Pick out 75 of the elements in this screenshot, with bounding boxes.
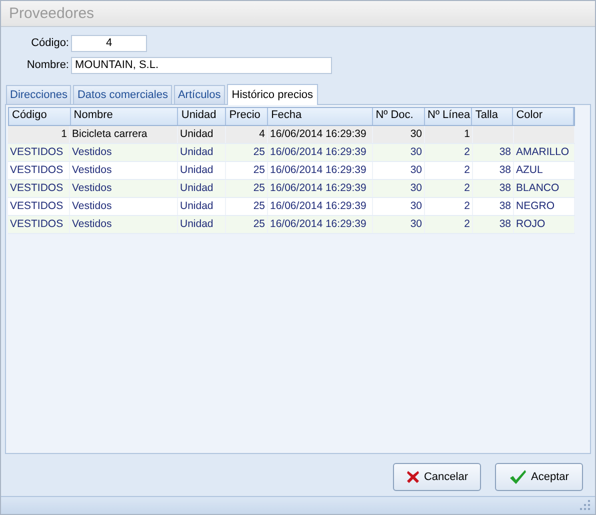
table-cell: 16/06/2014 16:29:39 xyxy=(270,128,366,140)
code-label: Código: xyxy=(30,37,69,50)
table-cell: BLANCO xyxy=(516,182,560,194)
table-cell: VESTIDOS xyxy=(10,200,64,212)
table-cell: 2 xyxy=(464,164,470,176)
table-cell: NEGRO xyxy=(516,200,555,212)
table-cell: 25 xyxy=(253,164,265,176)
table-cell: 30 xyxy=(410,200,422,212)
column-header[interactable]: Código xyxy=(9,108,71,125)
table-cell: 16/06/2014 16:29:39 xyxy=(270,218,366,230)
table-cell: 2 xyxy=(464,218,470,230)
resize-grip-icon xyxy=(579,499,591,512)
table-cell: 30 xyxy=(410,164,422,176)
table-cell: Unidad xyxy=(180,182,214,194)
column-header[interactable]: Fecha xyxy=(268,108,373,125)
table-cell: 1 xyxy=(61,128,67,140)
table-cell: 38 xyxy=(499,182,511,194)
tab[interactable]: Artículos xyxy=(174,84,225,104)
table-cell: 30 xyxy=(410,128,422,140)
name-label: Nombre: xyxy=(26,59,69,72)
table-cell: Vestidos xyxy=(72,182,112,194)
table-cell: 16/06/2014 16:29:39 xyxy=(270,200,366,212)
table-cell: AMARILLO xyxy=(516,146,570,158)
tab[interactable]: Direcciones xyxy=(6,84,72,104)
ok-button[interactable]: Aceptar xyxy=(495,462,583,491)
table-cell: VESTIDOS xyxy=(10,146,64,158)
column-header[interactable]: Talla xyxy=(472,108,514,125)
table-cell: 38 xyxy=(499,200,511,212)
table-cell: 38 xyxy=(499,218,511,230)
table-cell: Vestidos xyxy=(72,146,112,158)
table-cell: Unidad xyxy=(180,200,214,212)
table-cell: 30 xyxy=(410,218,422,230)
code-field[interactable]: 4 xyxy=(71,34,147,52)
table-cell: AZUL xyxy=(516,164,543,176)
column-header[interactable]: Nº Línea xyxy=(424,108,472,125)
table-cell: 2 xyxy=(464,182,470,194)
column-header[interactable]: Nombre xyxy=(70,108,178,125)
table-cell: 16/06/2014 16:29:39 xyxy=(270,182,366,194)
checkmark-icon xyxy=(509,468,528,485)
column-header[interactable]: Unidad xyxy=(178,108,226,125)
column-header[interactable]: Precio xyxy=(226,108,268,125)
table-cell: Unidad xyxy=(180,128,214,140)
table-cell: 30 xyxy=(410,146,422,158)
close-icon xyxy=(406,470,420,484)
table-cell: 38 xyxy=(499,164,511,176)
table-cell: Vestidos xyxy=(72,200,112,212)
tab[interactable]: Histórico precios xyxy=(226,84,318,105)
tab[interactable]: Datos comerciales xyxy=(73,84,172,104)
table-cell: 2 xyxy=(464,200,470,212)
column-header[interactable]: Nº Doc. xyxy=(372,108,425,125)
table-cell: 25 xyxy=(253,218,265,230)
table-cell: Vestidos xyxy=(72,218,112,230)
table-cell: ROJO xyxy=(516,218,546,230)
table-cell: 25 xyxy=(253,182,265,194)
table-cell: 2 xyxy=(464,146,470,158)
name-field[interactable]: MOUNTAIN, S.L. xyxy=(71,56,332,74)
table-cell: 16/06/2014 16:29:39 xyxy=(270,146,366,158)
table-cell: 25 xyxy=(253,200,265,212)
table-cell: Vestidos xyxy=(72,164,112,176)
table-cell: 25 xyxy=(253,146,265,158)
table-cell: Bicicleta carrera xyxy=(72,128,148,140)
table-cell: 38 xyxy=(499,146,511,158)
table-cell: 4 xyxy=(259,128,265,140)
table-cell: Unidad xyxy=(180,218,214,230)
column-header[interactable]: Color xyxy=(513,108,574,125)
table-cell: VESTIDOS xyxy=(10,182,64,194)
table-cell: Unidad xyxy=(180,146,214,158)
table-cell: Unidad xyxy=(180,164,214,176)
table-cell: 16/06/2014 16:29:39 xyxy=(270,164,366,176)
table-cell: VESTIDOS xyxy=(10,218,64,230)
table-cell: 30 xyxy=(410,182,422,194)
table-cell: VESTIDOS xyxy=(10,164,64,176)
table-cell: 1 xyxy=(464,128,470,140)
cancel-button[interactable]: Cancelar xyxy=(393,462,481,491)
window-title: Proveedores xyxy=(9,4,94,22)
